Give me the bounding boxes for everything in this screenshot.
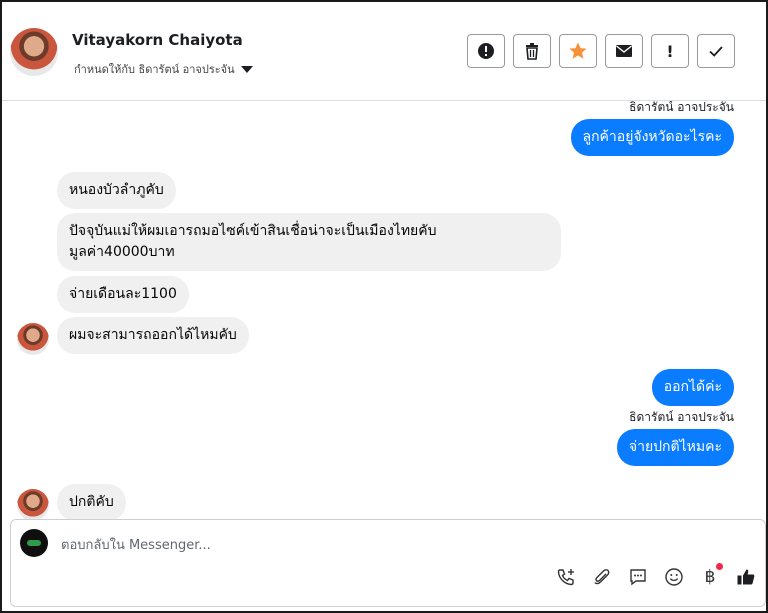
alert-circle-icon bbox=[478, 43, 494, 59]
incoming-message[interactable]: ผมจะสามารถออกได้ไหมคับ bbox=[57, 317, 249, 354]
contact-avatar-small bbox=[17, 489, 49, 519]
exclamation-icon: ! bbox=[666, 41, 674, 61]
reply-input[interactable]: ตอบกลับใน Messenger... bbox=[61, 534, 211, 555]
sender-label: ธิดารัตน์ อาจประจัน bbox=[629, 101, 734, 114]
outgoing-message[interactable]: ออกได้ค่ะ bbox=[651, 369, 734, 406]
notification-dot bbox=[716, 563, 723, 570]
delete-button[interactable] bbox=[513, 34, 551, 68]
like-button[interactable] bbox=[735, 566, 757, 588]
star-icon bbox=[569, 42, 587, 59]
conversation-header: Vitayakorn Chaiyota กำหนดให้กับ ธิดารัตน… bbox=[2, 2, 766, 101]
check-icon bbox=[709, 46, 723, 57]
assign-label: กำหนดให้กับ ธิดารัตน์ อาจประจัน bbox=[74, 63, 235, 76]
message-line: ปัจจุบันแม่ให้ผมเอารถมอไซค์เข้าสินเชื่อน… bbox=[69, 223, 437, 239]
paperclip-icon bbox=[594, 569, 610, 585]
message-thread[interactable]: ธิดารัตน์ อาจประจัน ลูกค้าอยู่จังหวัดอะไ… bbox=[2, 101, 766, 519]
envelope-icon bbox=[616, 45, 632, 57]
follow-up-button[interactable]: ! bbox=[651, 34, 689, 68]
mark-done-button[interactable] bbox=[697, 34, 735, 68]
trash-icon bbox=[526, 43, 538, 60]
saved-reply-button[interactable] bbox=[627, 566, 649, 588]
star-button[interactable] bbox=[559, 34, 597, 68]
reply-composer: ตอบกลับใน Messenger... ฿ bbox=[10, 519, 766, 607]
thumbs-up-icon bbox=[737, 569, 755, 585]
mark-unread-button[interactable] bbox=[605, 34, 643, 68]
message-line: มูลค่า40000บาท bbox=[69, 244, 175, 260]
mark-spam-button[interactable] bbox=[467, 34, 505, 68]
emoji-icon bbox=[665, 568, 683, 586]
contact-avatar[interactable] bbox=[10, 28, 58, 76]
incoming-message[interactable]: ปัจจุบันแม่ให้ผมเอารถมอไซค์เข้าสินเชื่อน… bbox=[57, 213, 561, 271]
sender-label: ธิดารัตน์ อาจประจัน bbox=[629, 410, 734, 424]
header-actions: ! bbox=[467, 34, 735, 68]
attach-button[interactable] bbox=[591, 566, 613, 588]
contact-name[interactable]: Vitayakorn Chaiyota bbox=[72, 31, 243, 49]
contact-avatar-small bbox=[17, 323, 49, 355]
messenger-window: Vitayakorn Chaiyota กำหนดให้กับ ธิดารัตน… bbox=[0, 0, 768, 613]
call-button[interactable] bbox=[555, 566, 577, 588]
chat-icon bbox=[630, 569, 646, 586]
outgoing-message[interactable]: ลูกค้าอยู่จังหวัดอะไรคะ bbox=[570, 119, 734, 156]
incoming-message[interactable]: จ่ายเดือนละ1100 bbox=[57, 276, 189, 313]
outgoing-message[interactable]: จ่ายปกติไหมคะ bbox=[616, 429, 734, 466]
caret-down-icon bbox=[240, 65, 253, 73]
assign-dropdown[interactable]: กำหนดให้กับ ธิดารัตน์ อาจประจัน bbox=[74, 60, 253, 78]
phone-plus-icon bbox=[557, 569, 574, 586]
incoming-message[interactable]: ปกติคับ bbox=[57, 484, 126, 519]
baht-icon: ฿ bbox=[704, 567, 716, 587]
payment-button[interactable]: ฿ bbox=[699, 563, 723, 588]
composer-tools: ฿ bbox=[555, 563, 757, 588]
page-logo bbox=[20, 529, 48, 557]
emoji-button[interactable] bbox=[663, 566, 685, 588]
incoming-message[interactable]: หนองบัวลำภูคับ bbox=[57, 172, 176, 209]
